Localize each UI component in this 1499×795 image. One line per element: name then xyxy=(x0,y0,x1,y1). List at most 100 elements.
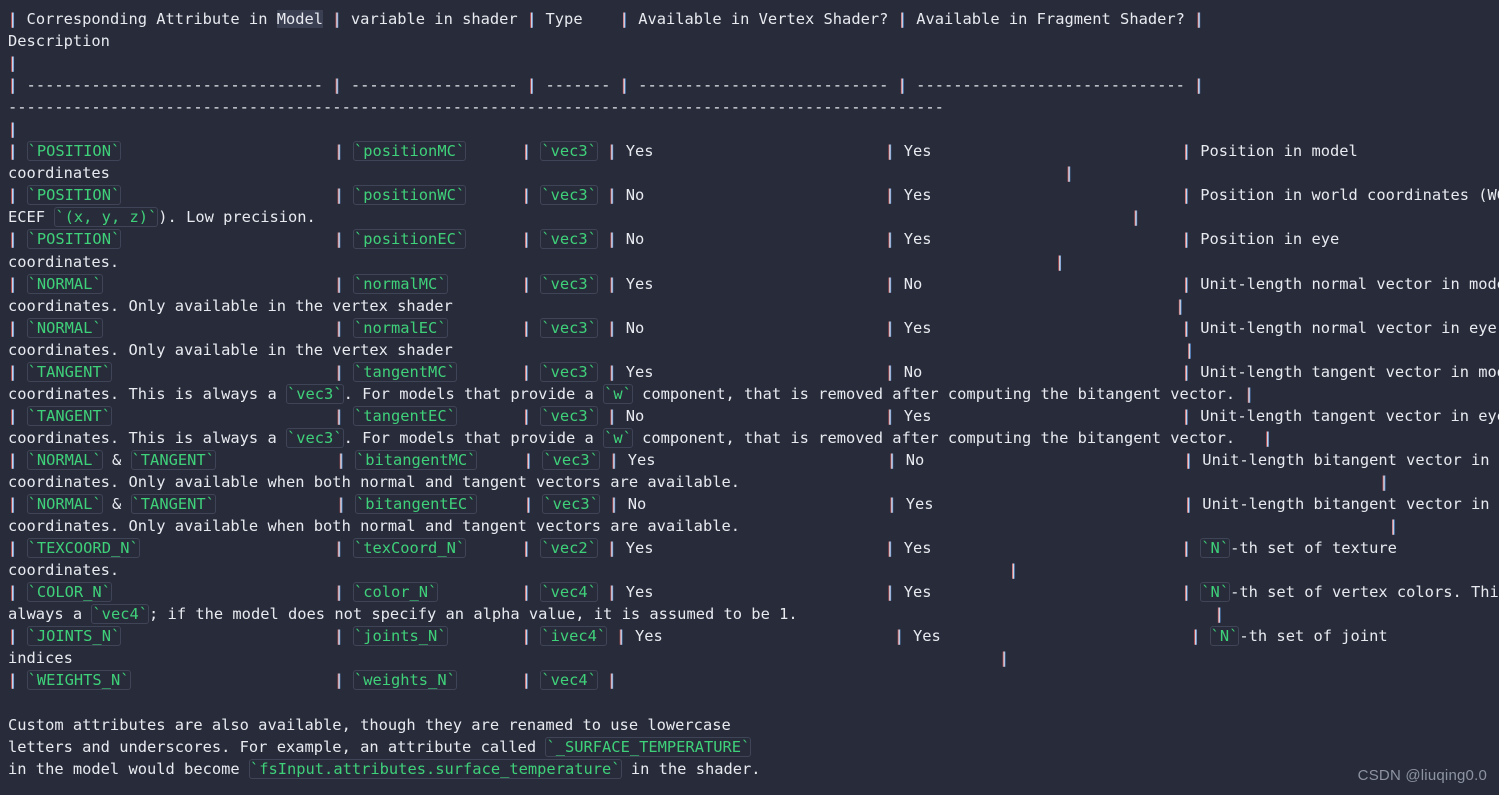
table-pipe-glyph: | xyxy=(1181,186,1191,205)
text-line: in the model would become `fsInput.attri… xyxy=(0,758,1499,780)
text-run xyxy=(17,363,26,381)
inline-code-span: `vec3` xyxy=(540,141,598,162)
inline-code-span: `POSITION` xyxy=(26,229,122,250)
text-run xyxy=(344,583,353,601)
text-run: Yes xyxy=(894,583,1182,602)
text-line: | `NORMAL` | `normalEC` | `vec3` | No | … xyxy=(0,317,1499,339)
text-run: -------------------------------- xyxy=(17,76,333,95)
table-pipe-glyph: | xyxy=(897,76,907,95)
inline-code-span: `NORMAL` xyxy=(26,273,103,294)
text-run: Unit-length tangent vector in eye xyxy=(1191,406,1499,425)
text-run: coordinates. Only available in the verte… xyxy=(8,296,453,315)
text-run xyxy=(346,451,355,469)
inline-code-span: `TANGENT` xyxy=(26,361,112,382)
text-run: No xyxy=(616,230,886,249)
text-run xyxy=(531,186,540,204)
text-line: letters and underscores. For example, an… xyxy=(0,736,1499,758)
text-run xyxy=(17,495,26,513)
text-run xyxy=(17,671,26,689)
table-pipe-glyph: | xyxy=(1181,142,1191,161)
table-pipe-glyph: | xyxy=(8,230,18,249)
inline-code-span: `bitangentMC` xyxy=(354,449,478,470)
table-pipe-glyph: | xyxy=(1064,164,1074,183)
text-line: | `NORMAL` & `TANGENT` | `bitangentEC` |… xyxy=(0,493,1499,515)
inline-code-span: `NORMAL` xyxy=(26,449,103,470)
text-run xyxy=(598,186,607,204)
text-run xyxy=(17,230,26,248)
inline-code-span: `COLOR_N` xyxy=(26,582,112,603)
inline-code-span: `vec3` xyxy=(542,449,600,470)
text-run xyxy=(477,495,523,513)
text-run: -th set of texture xyxy=(1230,539,1397,558)
text-run: Yes xyxy=(894,406,1182,425)
text-line: always a `vec4`; if the model does not s… xyxy=(0,603,1499,625)
table-pipe-glyph: | xyxy=(887,495,897,514)
text-run xyxy=(17,451,26,469)
text-line: coordinates. This is always a `vec3`. Fo… xyxy=(0,427,1499,449)
table-pipe-glyph: | xyxy=(1181,583,1191,602)
text-line: coordinates | xyxy=(0,162,1499,184)
text-run xyxy=(17,627,26,645)
text-run: Yes xyxy=(894,539,1182,558)
terminal-markdown-viewer: | Corresponding Attribute in Model | var… xyxy=(0,0,1499,795)
text-run xyxy=(598,407,607,425)
table-pipe-glyph: | xyxy=(616,627,626,646)
inline-code-span: `joints_N` xyxy=(352,626,448,647)
inline-code-span: `vec3` xyxy=(285,383,344,404)
text-run xyxy=(600,495,609,513)
inline-code-span: `color_N` xyxy=(352,582,439,603)
text-run: Position in model xyxy=(1191,142,1358,161)
table-pipe-glyph: | xyxy=(521,274,532,293)
text-run: No xyxy=(618,495,888,514)
table-pipe-glyph: | xyxy=(523,450,534,469)
text-run xyxy=(216,495,336,513)
text-line: Description xyxy=(0,30,1499,52)
text-line: | `TANGENT` | `tangentMC` | `vec3` | Yes… xyxy=(0,361,1499,383)
table-pipe-glyph: | xyxy=(1388,517,1398,536)
text-line: coordinates. Only available when both no… xyxy=(0,471,1499,493)
inline-code-span: `POSITION` xyxy=(26,141,122,162)
text-run xyxy=(457,671,522,689)
text-run: Yes xyxy=(896,495,1184,514)
inline-code-span: `vec3` xyxy=(540,273,598,294)
table-pipe-glyph: | xyxy=(8,406,18,425)
text-line: coordinates. Only available in the verte… xyxy=(0,295,1499,317)
text-run: in the model would become xyxy=(8,759,249,778)
text-run xyxy=(533,495,542,513)
text-run: Yes xyxy=(894,230,1182,249)
table-pipe-glyph: | xyxy=(521,186,532,205)
text-run: coordinates. Only available in the verte… xyxy=(8,340,453,359)
text-run: Unit-length bitangent vector in model xyxy=(1202,450,1499,469)
inline-code-span: `N` xyxy=(1200,582,1231,603)
text-run: Yes xyxy=(616,539,886,558)
text-run: No xyxy=(616,318,886,337)
text-run: Available in Vertex Shader? xyxy=(628,10,898,28)
text-run xyxy=(1191,583,1200,601)
text-run xyxy=(598,275,607,293)
text-line: coordinates. This is always a `vec3`. Fo… xyxy=(0,383,1499,405)
inline-code-span: `w` xyxy=(603,383,633,404)
text-run xyxy=(17,583,26,601)
table-pipe-glyph: | xyxy=(526,76,537,95)
text-run: ). Low precision. xyxy=(158,208,316,227)
inline-code-span: `normalMC` xyxy=(352,273,448,294)
text-run xyxy=(344,275,353,293)
table-pipe-glyph: | xyxy=(887,450,897,469)
table-pipe-glyph: | xyxy=(521,583,532,602)
table-pipe-glyph: | xyxy=(897,10,907,28)
table-pipe-glyph: | xyxy=(521,406,532,425)
text-run xyxy=(598,142,607,160)
text-run xyxy=(531,363,540,381)
text-run: Position in world coordinates (WGS84 xyxy=(1200,186,1499,205)
text-run: ------- xyxy=(536,76,620,95)
text-run: No xyxy=(894,274,1182,293)
text-run xyxy=(531,230,540,248)
text-run xyxy=(598,230,607,248)
text-line: | `NORMAL` | `normalMC` | `vec3` | Yes |… xyxy=(0,273,1499,295)
inline-code-span: `vec3` xyxy=(542,494,600,515)
table-pipe-glyph: | xyxy=(609,450,619,469)
